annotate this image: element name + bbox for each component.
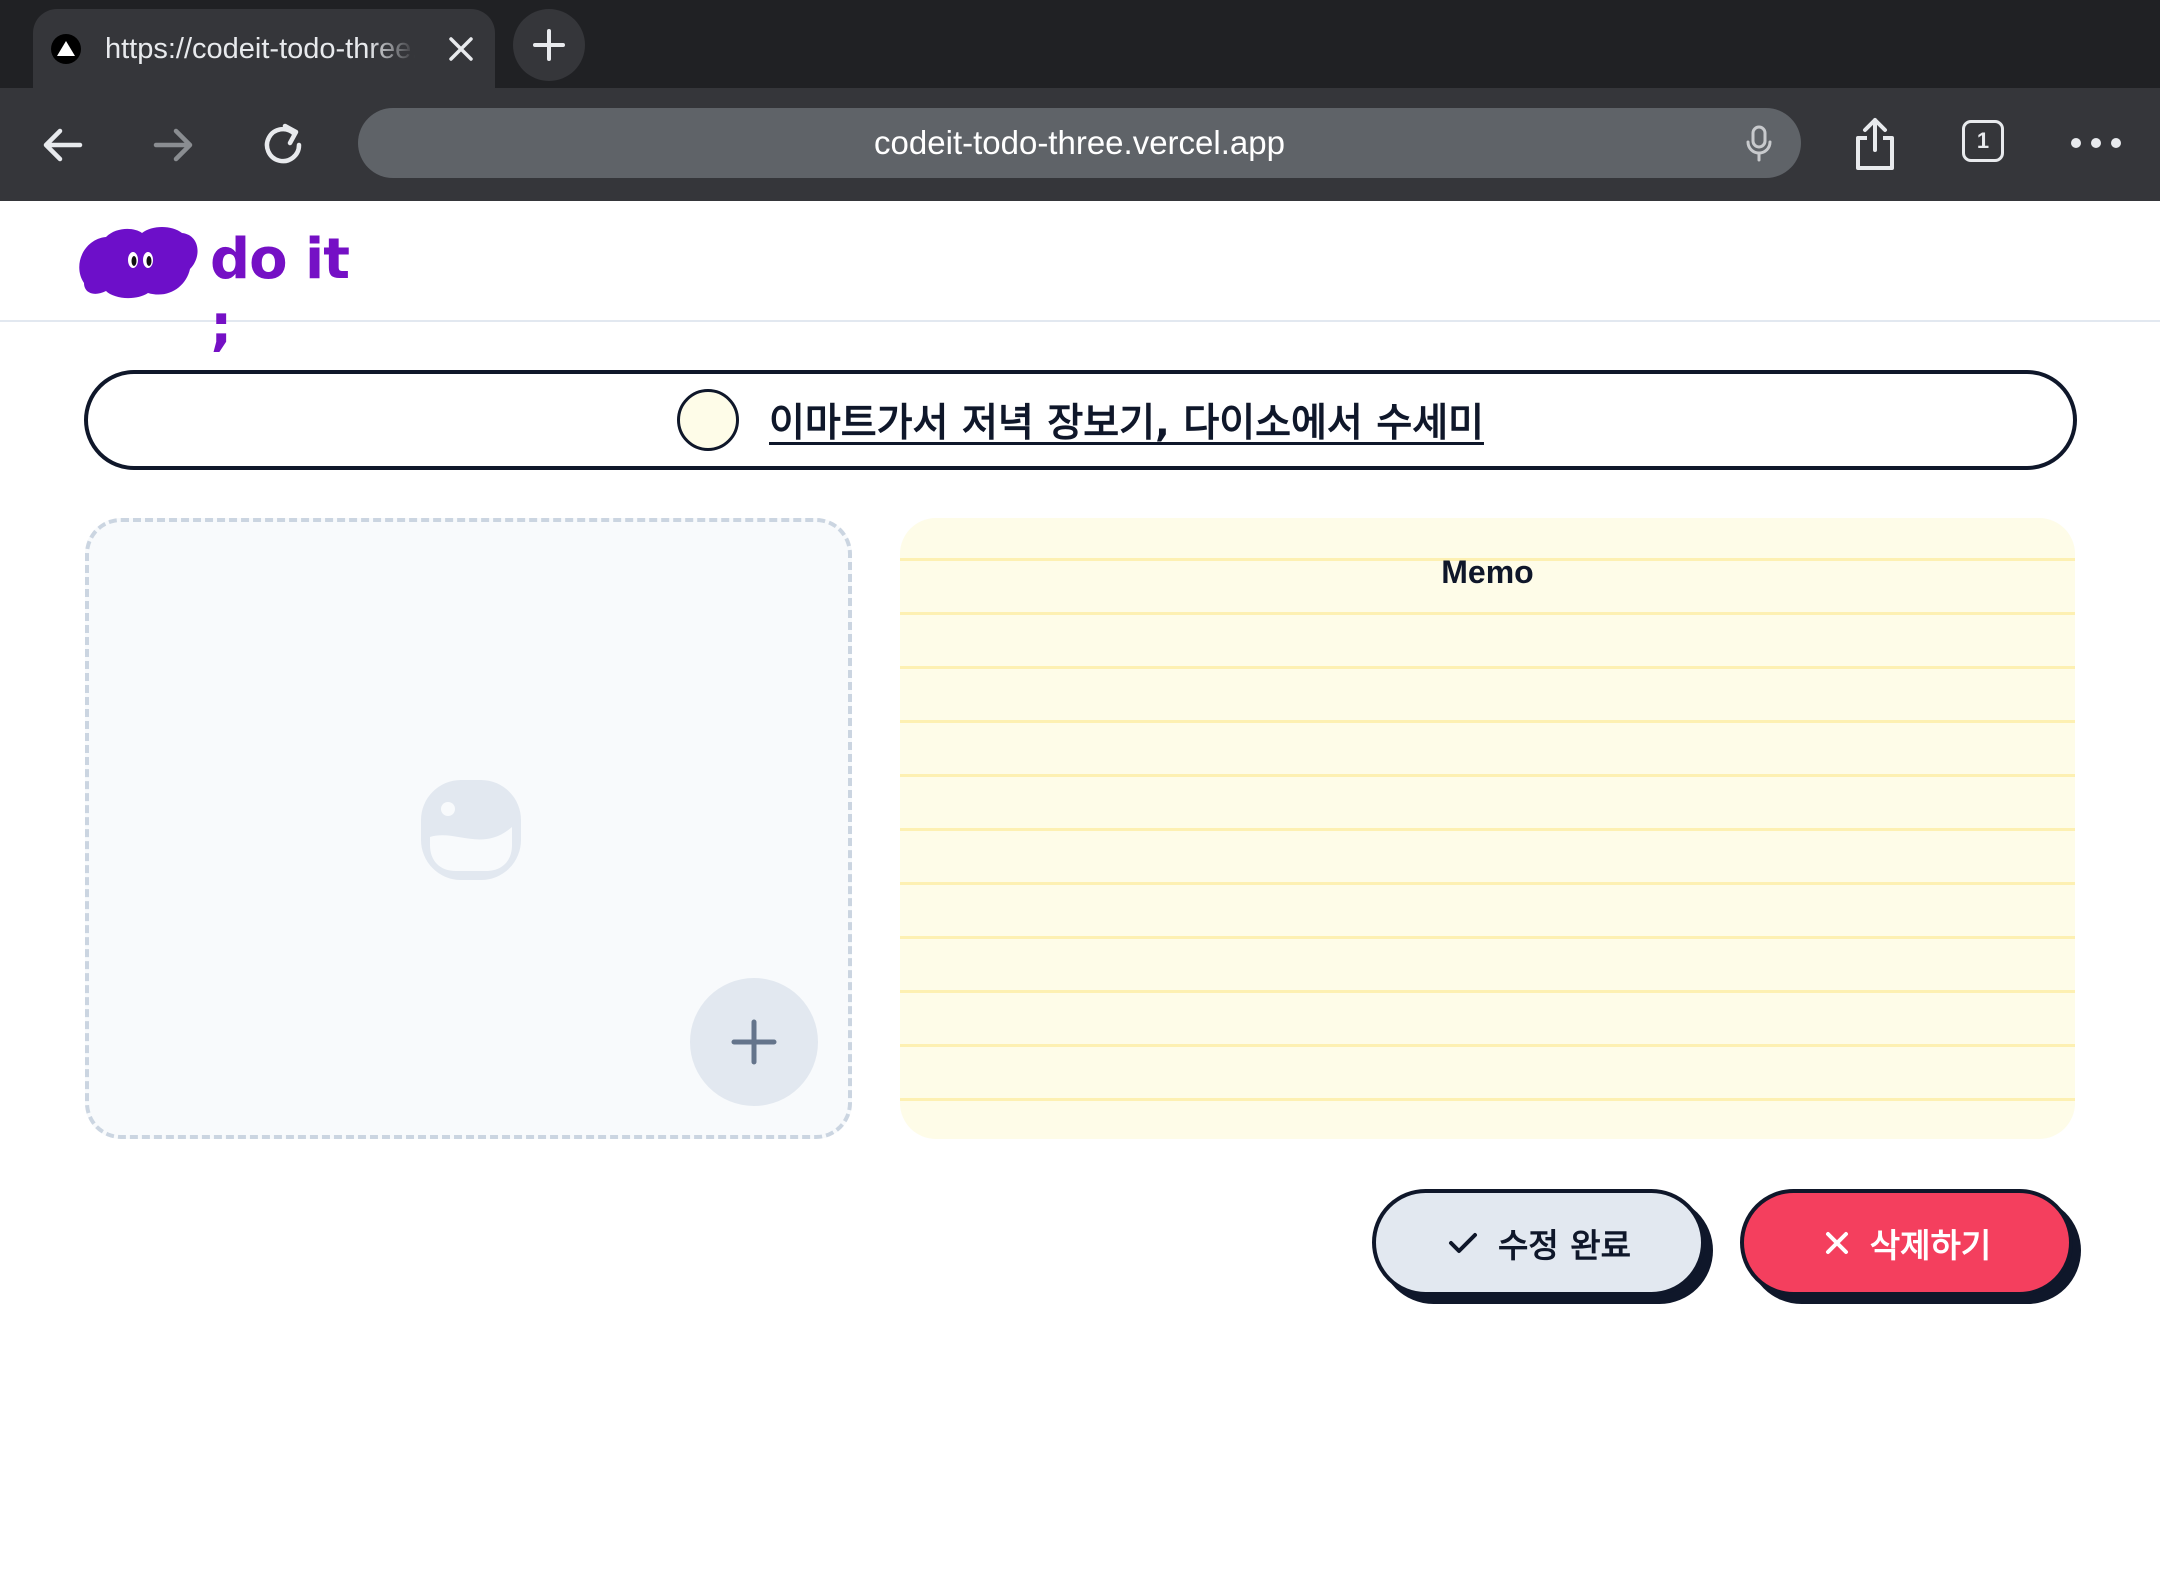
image-upload-area[interactable] <box>85 518 852 1139</box>
edit-complete-label: 수정 완료 <box>1498 1225 1631 1265</box>
more-icon[interactable] <box>2068 128 2124 158</box>
delete-button[interactable]: 삭제하기 <box>1740 1189 2073 1296</box>
share-icon[interactable] <box>1850 114 1900 174</box>
close-icon <box>1825 1231 1848 1254</box>
close-icon[interactable] <box>441 29 481 69</box>
memo-label: Memo <box>1441 554 1534 590</box>
new-tab-button[interactable] <box>513 9 585 81</box>
favicon-icon <box>51 34 81 64</box>
todo-checkbox[interactable] <box>677 389 740 451</box>
url-text: codeit-todo-three.vercel.app <box>874 124 1285 161</box>
tab-title: https://codeit-todo-three.vercel.app <box>105 33 415 65</box>
forward-icon[interactable] <box>148 120 198 170</box>
back-icon[interactable] <box>38 120 88 170</box>
browser-toolbar: codeit-todo-three.vercel.app 1 <box>0 88 2160 201</box>
logo[interactable]: do it ; <box>76 225 366 358</box>
tab-count-button[interactable]: 1 <box>1962 120 2004 162</box>
plus-icon <box>731 1019 777 1065</box>
mic-icon[interactable] <box>1739 123 1779 163</box>
logo-text: do it ; <box>210 227 350 358</box>
reload-icon[interactable] <box>258 120 308 170</box>
app-header: do it ; <box>0 201 2160 358</box>
check-icon <box>1449 1232 1478 1253</box>
browser-tab[interactable]: https://codeit-todo-three.vercel.app <box>33 9 495 88</box>
add-image-button[interactable] <box>690 978 818 1106</box>
browser-tabstrip: https://codeit-todo-three.vercel.app <box>0 0 2160 88</box>
edit-complete-button[interactable]: 수정 완료 <box>1372 1189 1705 1296</box>
todo-title-bar: 이마트가서 저녁 장보기, 다이소에서 수세미 <box>84 370 2077 470</box>
delete-label: 삭제하기 <box>1869 1225 1992 1265</box>
image-placeholder-icon <box>416 775 526 885</box>
address-bar[interactable]: codeit-todo-three.vercel.app <box>358 108 1801 178</box>
logo-mascot-icon <box>79 227 198 299</box>
plus-icon <box>533 29 565 61</box>
todo-title[interactable]: 이마트가서 저녁 장보기, 다이소에서 수세미 <box>769 392 1484 448</box>
memo-area[interactable]: Memo <box>900 518 2075 1139</box>
